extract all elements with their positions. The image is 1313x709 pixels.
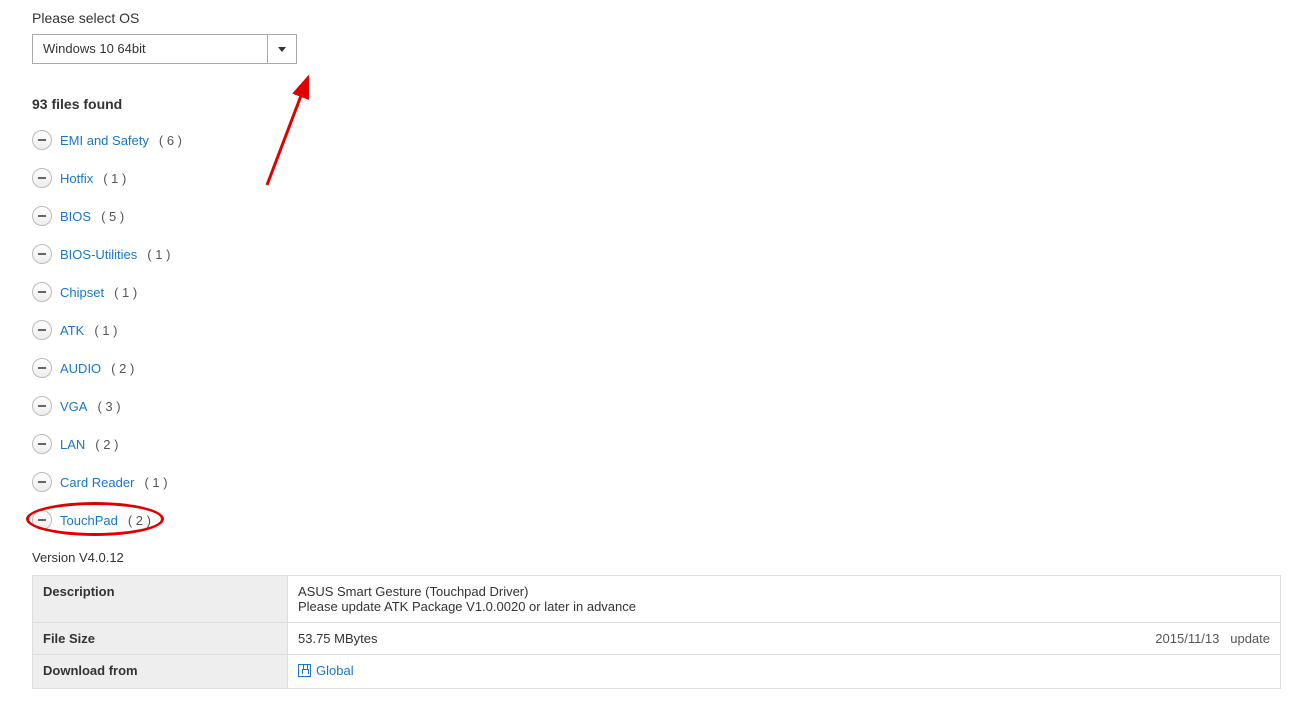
category-item-emi-and-safety[interactable]: EMI and Safety ( 6 ) — [32, 130, 1281, 150]
collapse-icon[interactable] — [32, 434, 52, 454]
category-name[interactable]: Hotfix — [60, 171, 93, 186]
download-global-link[interactable]: Global — [298, 663, 354, 678]
category-count: ( 1 ) — [94, 323, 117, 338]
chevron-down-icon[interactable] — [268, 35, 296, 63]
category-name[interactable]: LAN — [60, 437, 85, 452]
os-dropdown[interactable]: Windows 10 64bit — [32, 34, 297, 64]
category-item-audio[interactable]: AUDIO ( 2 ) — [32, 358, 1281, 378]
category-count: ( 6 ) — [159, 133, 182, 148]
collapse-icon[interactable] — [32, 510, 52, 530]
category-name[interactable]: BIOS-Utilities — [60, 247, 137, 262]
collapse-icon[interactable] — [32, 282, 52, 302]
category-count: ( 3 ) — [97, 399, 120, 414]
category-item-vga[interactable]: VGA ( 3 ) — [32, 396, 1281, 416]
description-label: Description — [33, 576, 288, 623]
category-name[interactable]: TouchPad — [60, 513, 118, 528]
category-item-touchpad[interactable]: TouchPad ( 2 ) — [32, 510, 1281, 530]
category-name[interactable]: Card Reader — [60, 475, 134, 490]
category-count: ( 2 ) — [128, 513, 151, 528]
category-name[interactable]: ATK — [60, 323, 84, 338]
category-count: ( 1 ) — [114, 285, 137, 300]
category-item-chipset[interactable]: Chipset ( 1 ) — [32, 282, 1281, 302]
table-row-download: Download from Global — [33, 655, 1281, 689]
collapse-icon[interactable] — [32, 206, 52, 226]
category-name[interactable]: Chipset — [60, 285, 104, 300]
category-count: ( 2 ) — [111, 361, 134, 376]
collapse-icon[interactable] — [32, 472, 52, 492]
os-select-label: Please select OS — [32, 10, 1281, 26]
detail-table: Description ASUS Smart Gesture (Touchpad… — [32, 575, 1281, 689]
table-row-description: Description ASUS Smart Gesture (Touchpad… — [33, 576, 1281, 623]
files-found-count: 93 files found — [32, 96, 1281, 112]
category-item-card-reader[interactable]: Card Reader ( 1 ) — [32, 472, 1281, 492]
update-info: 2015/11/13 update — [1155, 631, 1270, 646]
download-from-label: Download from — [33, 655, 288, 689]
category-item-atk[interactable]: ATK ( 1 ) — [32, 320, 1281, 340]
collapse-icon[interactable] — [32, 130, 52, 150]
category-name[interactable]: VGA — [60, 399, 87, 414]
filesize-label: File Size — [33, 623, 288, 655]
category-count: ( 5 ) — [101, 209, 124, 224]
category-count: ( 1 ) — [144, 475, 167, 490]
category-name[interactable]: BIOS — [60, 209, 91, 224]
category-count: ( 1 ) — [147, 247, 170, 262]
collapse-icon[interactable] — [32, 168, 52, 188]
collapse-icon[interactable] — [32, 358, 52, 378]
category-item-bios[interactable]: BIOS ( 5 ) — [32, 206, 1281, 226]
collapse-icon[interactable] — [32, 396, 52, 416]
collapse-icon[interactable] — [32, 244, 52, 264]
category-count: ( 2 ) — [95, 437, 118, 452]
category-list: EMI and Safety( 6 )Hotfix( 1 )BIOS( 5 )B… — [32, 130, 1281, 530]
category-item-bios-utilities[interactable]: BIOS-Utilities ( 1 ) — [32, 244, 1281, 264]
save-icon — [298, 664, 311, 677]
description-value: ASUS Smart Gesture (Touchpad Driver) Ple… — [288, 576, 1281, 623]
collapse-icon[interactable] — [32, 320, 52, 340]
category-name[interactable]: EMI and Safety — [60, 133, 149, 148]
version-text: Version V4.0.12 — [32, 550, 1281, 565]
category-count: ( 1 ) — [103, 171, 126, 186]
category-item-lan[interactable]: LAN ( 2 ) — [32, 434, 1281, 454]
filesize-value: 53.75 MBytes 2015/11/13 update — [288, 623, 1281, 655]
category-name[interactable]: AUDIO — [60, 361, 101, 376]
category-item-hotfix[interactable]: Hotfix ( 1 ) — [32, 168, 1281, 188]
download-from-value: Global — [288, 655, 1281, 689]
os-dropdown-value: Windows 10 64bit — [33, 35, 268, 63]
table-row-filesize: File Size 53.75 MBytes 2015/11/13 update — [33, 623, 1281, 655]
